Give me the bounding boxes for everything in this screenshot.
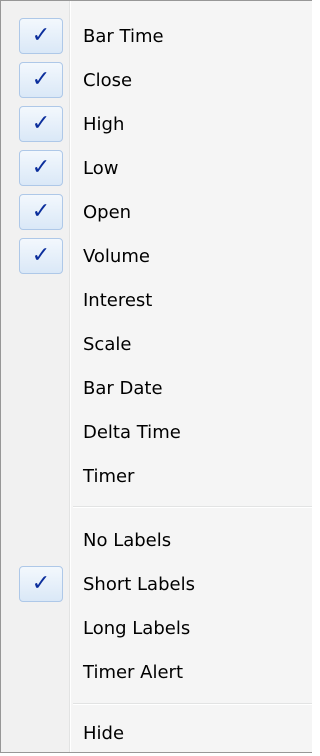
menu-item-bar-time[interactable]: ✓ Bar Time [1,15,312,59]
menu-item-delta-time[interactable]: Delta Time [1,411,312,455]
menu-item-label: Timer [83,466,135,487]
check-indicator: ✓ [19,238,63,274]
menu-item-label: Bar Time [83,26,164,47]
menu-item-label: Timer Alert [83,662,184,683]
menu-item-low[interactable]: ✓ Low [1,147,312,191]
menu-item-timer-alert[interactable]: Timer Alert [1,651,312,695]
menu-item-volume[interactable]: ✓ Volume [1,235,312,279]
menu-item-label: Hide [83,723,125,744]
menu-item-label: Bar Date [83,378,163,399]
menu-item-high[interactable]: ✓ High [1,103,312,147]
checkmark-icon: ✓ [31,243,51,268]
menu-item-bar-date[interactable]: Bar Date [1,367,312,411]
checkmark-icon: ✓ [31,155,51,180]
menu-item-label: Low [83,158,119,179]
menu-item-open[interactable]: ✓ Open [1,191,312,235]
menu-separator [73,506,312,508]
menu-item-timer[interactable]: Timer [1,455,312,499]
check-indicator: ✓ [19,194,63,230]
checkmark-icon: ✓ [31,111,51,136]
menu-item-label: No Labels [83,530,172,551]
checkmark-icon: ✓ [31,571,51,596]
menu-item-label: Short Labels [83,574,195,595]
check-indicator: ✓ [19,106,63,142]
checkmark-icon: ✓ [31,199,51,224]
menu-item-label: Scale [83,334,132,355]
menu-item-short-labels[interactable]: ✓ Short Labels [1,563,312,607]
menu-item-long-labels[interactable]: Long Labels [1,607,312,651]
menu-item-label: Open [83,202,132,223]
check-indicator: ✓ [19,566,63,602]
checkmark-icon: ✓ [31,23,51,48]
menu-item-hide[interactable]: Hide [1,712,312,756]
check-indicator: ✓ [19,150,63,186]
check-indicator: ✓ [19,18,63,54]
menu-item-scale[interactable]: Scale [1,323,312,367]
menu-item-label: Delta Time [83,422,181,443]
menu-item-label: Long Labels [83,618,191,639]
checkmark-icon: ✓ [31,67,51,92]
menu-item-label: High [83,114,125,135]
menu-separator [73,703,312,705]
menu-item-interest[interactable]: Interest [1,279,312,323]
check-indicator: ✓ [19,62,63,98]
menu-item-label: Close [83,70,133,91]
menu-item-label: Volume [83,246,150,267]
menu-item-close[interactable]: ✓ Close [1,59,312,103]
menu-item-label: Interest [83,290,153,311]
context-menu: ✓ Bar Time ✓ Close ✓ High ✓ Low ✓ Open ✓… [0,0,312,753]
menu-item-no-labels[interactable]: No Labels [1,519,312,563]
